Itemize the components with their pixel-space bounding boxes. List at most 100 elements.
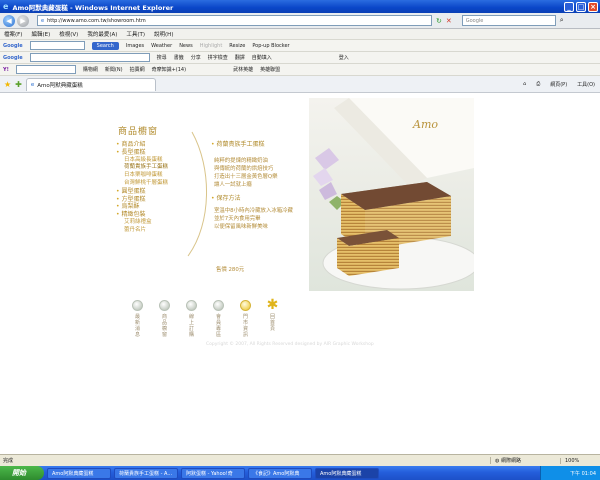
home-label: 回首頁 [269, 314, 275, 332]
showroom-label: 商品櫥窗 [161, 314, 167, 338]
toolbar-share[interactable]: 分享 [191, 54, 201, 61]
back-button[interactable]: ◀ [3, 14, 15, 27]
tools-menu[interactable]: 工具(O) [577, 81, 595, 88]
order-icon [186, 300, 197, 311]
taskbar: 開始 Amo阿默典藏蛋糕 荷蘭貴族手工蛋糕 - A... 阿默蛋糕 - Yaho… [0, 466, 600, 480]
product-description: 純粹的提煉的精緻奶油 與傳統的荷蘭的烘焙技巧 打造出十三層金黃色層Q樂 讓人一試… [214, 157, 304, 189]
nav-round-cakes[interactable]: • 圓型蛋糕 [116, 188, 208, 196]
news-icon [132, 300, 143, 311]
page-menu[interactable]: 網頁(P) [550, 81, 567, 88]
storage-line: 並於7天內食用完畢 [214, 216, 261, 222]
nav-alice-box[interactable]: 艾莉絲禮盒 [116, 219, 208, 227]
price-label: 售價 280元 [216, 267, 245, 273]
home-snowflake-icon: ✱ [266, 297, 279, 313]
start-button[interactable]: 開始 [0, 466, 44, 480]
nav-order[interactable]: 線上訂購 [178, 300, 205, 338]
nav-stores[interactable]: 門市資訊 [232, 300, 259, 338]
taskbar-button[interactable]: Amo阿默典藏蛋糕 [47, 467, 111, 479]
nav-chestnut-coffee-cake[interactable]: 日本栗咖啡蛋糕 [116, 172, 208, 180]
menu-favorites[interactable]: 我的最愛(A) [87, 30, 117, 38]
menu-view[interactable]: 檢視(V) [59, 30, 78, 38]
toolbar-bookmarks[interactable]: 書籤 [174, 54, 184, 61]
window-title: Amo阿默典藏蛋糕 - Windows Internet Explorer [12, 3, 174, 12]
page-icon: e [41, 17, 45, 24]
news-label: 最新消息 [134, 314, 140, 338]
tab-amo[interactable]: e Amo阿默典藏蛋糕 [25, 77, 156, 91]
refresh-icon[interactable]: ↻ [436, 17, 442, 25]
cake-photo: Amo [309, 98, 474, 291]
stores-icon [240, 300, 251, 311]
order-label: 線上訂購 [188, 314, 194, 338]
security-zone: ◍ 網際網路 [490, 457, 560, 464]
google-logo: Google [3, 42, 23, 49]
search-toolbar: Google 搜尋 書籤 分享 拼字檢查 翻譯 自動填入 登入 [0, 52, 600, 64]
stop-icon[interactable]: ✕ [446, 17, 452, 25]
link-auction[interactable]: 拍賣網 [130, 66, 145, 73]
menu-edit[interactable]: 編輯(E) [31, 30, 50, 38]
menu-tools[interactable]: 工具(T) [126, 30, 145, 38]
link-game1[interactable]: 武林英雄 [233, 66, 253, 73]
nav-home[interactable]: ✱ 回首頁 [259, 297, 286, 338]
nav-news[interactable]: 最新消息 [124, 300, 151, 338]
images-button[interactable]: Images [126, 43, 144, 49]
forward-button[interactable]: ▶ [17, 14, 29, 27]
url-field[interactable]: e http://www.amo.com.tw/showroom.htm [37, 15, 432, 26]
storage-title: • 保存方法 [211, 195, 241, 202]
add-favorite-icon[interactable]: ✚ [15, 80, 22, 89]
nav-product-intro[interactable]: • 商品介紹 [116, 141, 208, 149]
toolbar-signin[interactable]: 登入 [339, 54, 349, 61]
taskbar-button[interactable]: 《食記》Amo阿默典 [248, 467, 312, 479]
popup-blocker-button[interactable]: Pop-up Blocker [252, 43, 289, 49]
nav-long-cakes[interactable]: • 長型蛋糕 [116, 149, 208, 157]
page-content [0, 93, 600, 454]
toolbar-search[interactable]: 搜尋 [157, 54, 167, 61]
amo-logo: Amo [412, 118, 438, 131]
close-button[interactable]: × [588, 1, 598, 12]
menu-help[interactable]: 說明(H) [154, 30, 173, 38]
minimize-button[interactable]: _ [564, 1, 574, 12]
toolbar-translate[interactable]: 翻譯 [235, 54, 245, 61]
resize-button[interactable]: Resize [229, 43, 245, 49]
weather-button[interactable]: Weather [151, 43, 172, 49]
toolbar-autofill[interactable]: 自動填入 [252, 54, 272, 61]
menu-file[interactable]: 檔案(F) [4, 30, 22, 38]
nav-packaging[interactable]: • 精緻包裝 [116, 211, 208, 219]
home-icon[interactable]: ⌂ [523, 81, 526, 87]
desc-line: 純粹的提煉的精緻奶油 [214, 158, 268, 164]
nav-member[interactable]: 會員專區 [205, 300, 232, 338]
taskbar-button-active[interactable]: Amo阿默典藏蛋糕 [315, 467, 379, 479]
taskbar-button[interactable]: 阿默蛋糕 - Yahoo!奇 [181, 467, 245, 479]
nav-peach-cake[interactable]: 台灣鮮桃千層蛋糕 [116, 180, 208, 188]
toolbar-spellcheck[interactable]: 拼字檢查 [208, 54, 228, 61]
search-icon[interactable]: ⌕ [560, 16, 564, 25]
google-search-input[interactable] [29, 41, 85, 50]
link-shopping[interactable]: 購物網 [83, 66, 98, 73]
news-button[interactable]: News [179, 43, 193, 49]
tab-label: Amo阿默典藏蛋糕 [37, 82, 83, 89]
link-game2[interactable]: 英雄聯盟 [260, 66, 280, 73]
link-news[interactable]: 新聞(N) [105, 66, 123, 73]
nav-card[interactable]: 蕾丹名片 [116, 227, 208, 235]
copyright: Copyright © 2007, All Rights Reserved de… [206, 342, 374, 347]
search-input[interactable]: Google [461, 15, 556, 26]
zoom-level[interactable]: 100% [560, 457, 600, 464]
maximize-button[interactable]: □ [576, 1, 586, 12]
storage-line: 以便保留風味新鮮美味 [214, 224, 268, 230]
link-knowledge[interactable]: 奇摩知識+(14) [152, 66, 186, 73]
yahoo-toolbar: Y! 購物網 新聞(N) 拍賣網 奇摩知識+(14) 武林英雄 英雄聯盟 [0, 64, 600, 76]
toolbar-search-input[interactable] [29, 53, 150, 62]
status-bar: 完成 ◍ 網際網路 100% [0, 454, 600, 466]
window-titlebar: e Amo阿默典藏蛋糕 - Windows Internet Explorer … [0, 0, 600, 13]
highlight-button[interactable]: Highlight [200, 43, 223, 49]
nav-pear-pastry[interactable]: • 烏梨酥 [116, 203, 208, 211]
url-text: http://www.amo.com.tw/showroom.htm [47, 17, 146, 24]
bottom-nav: 最新消息 商品櫥窗 線上訂購 會員專區 門市資訊 ✱ 回首頁 [124, 297, 286, 338]
taskbar-button[interactable]: 荷蘭貴族手工蛋糕 - A... [114, 467, 178, 479]
nav-showroom[interactable]: 商品櫥窗 [151, 300, 178, 338]
favorites-star-icon[interactable]: ★ [4, 80, 11, 89]
print-icon[interactable]: ⎙ [536, 81, 540, 87]
yahoo-search-input[interactable] [15, 65, 76, 74]
google-search-button[interactable]: Search [91, 41, 119, 50]
clock: 下午 01:04 [570, 470, 596, 477]
menu-bar: 檔案(F) 編輯(E) 檢視(V) 我的最愛(A) 工具(T) 說明(H) [0, 29, 600, 40]
